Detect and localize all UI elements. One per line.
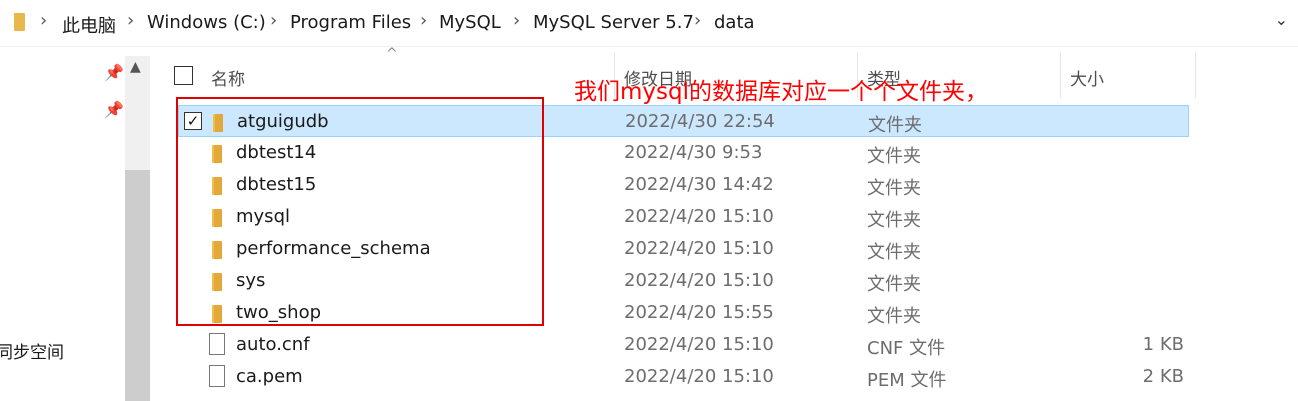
- file-type: 文件夹: [867, 306, 921, 327]
- pin-icon[interactable]: 📌: [104, 100, 124, 119]
- file-type: CNF 文件: [867, 338, 946, 359]
- file-size: 1 KB: [1142, 334, 1184, 355]
- highlight-box: [176, 97, 544, 326]
- file-type: 文件夹: [867, 178, 921, 199]
- breadcrumb-item[interactable]: MySQL: [439, 12, 501, 33]
- breadcrumb-item[interactable]: MySQL Server 5.7: [533, 12, 694, 33]
- file-date: 2022/4/20 15:10: [624, 334, 774, 355]
- scroll-up-icon[interactable]: ▲: [130, 59, 141, 75]
- file-type: 文件夹: [867, 242, 921, 263]
- select-all-checkbox[interactable]: [174, 66, 193, 85]
- folder-icon: [14, 13, 25, 31]
- sidebar-item-label[interactable]: 同步空间: [0, 338, 64, 363]
- file-type: 文件夹: [867, 274, 921, 295]
- file-type: 文件夹: [867, 210, 921, 231]
- file-date: 2022/4/20 15:10: [624, 366, 774, 387]
- pin-icon[interactable]: 📌: [104, 63, 124, 82]
- file-size: 2 KB: [1142, 366, 1184, 387]
- file-date: 2022/4/20 15:55: [624, 302, 774, 323]
- file-row[interactable]: auto.cnf 2022/4/20 15:10 CNF 文件 1 KB: [178, 329, 1189, 361]
- file-row[interactable]: ca.pem 2022/4/20 15:10 PEM 文件 2 KB: [178, 361, 1189, 393]
- file-name: auto.cnf: [236, 334, 310, 355]
- chevron-right-icon: ›: [420, 10, 428, 31]
- column-divider[interactable]: [1060, 52, 1061, 98]
- file-type: PEM 文件: [867, 370, 947, 391]
- address-bar[interactable]: › 此电脑 › Windows (C:) › Program Files › M…: [0, 0, 1298, 47]
- breadcrumb-item[interactable]: Program Files: [290, 12, 411, 33]
- breadcrumb-item[interactable]: 此电脑: [62, 12, 116, 38]
- file-date: 2022/4/30 22:54: [625, 111, 775, 132]
- chevron-right-icon: ›: [694, 10, 702, 31]
- chevron-down-icon[interactable]: ⌄: [1275, 10, 1288, 29]
- column-divider[interactable]: [1195, 52, 1196, 98]
- file-name: ca.pem: [236, 366, 303, 387]
- chevron-right-icon: ›: [513, 10, 521, 31]
- chevron-right-icon: ›: [127, 10, 135, 31]
- file-date: 2022/4/20 15:10: [624, 206, 774, 227]
- breadcrumb-item[interactable]: Windows (C:): [147, 12, 266, 33]
- sort-caret-icon: ^: [386, 46, 398, 62]
- breadcrumb-item[interactable]: data: [714, 12, 755, 33]
- file-date: 2022/4/30 14:42: [624, 174, 774, 195]
- annotation-text: 我们mysql的数据库对应一个个文件夹，: [574, 79, 988, 105]
- file-date: 2022/4/30 9:53: [624, 142, 763, 163]
- column-header-size[interactable]: 大小: [1070, 65, 1104, 90]
- file-date: 2022/4/20 15:10: [624, 238, 774, 259]
- chevron-right-icon: ›: [40, 10, 48, 31]
- chevron-right-icon: ›: [270, 10, 278, 31]
- scrollbar-thumb[interactable]: [125, 170, 150, 401]
- file-icon: [209, 365, 225, 387]
- file-type: 文件夹: [867, 146, 921, 167]
- file-type: 文件夹: [868, 115, 922, 136]
- file-icon: [209, 333, 225, 355]
- file-date: 2022/4/20 15:10: [624, 270, 774, 291]
- column-header-name[interactable]: 名称: [211, 65, 245, 90]
